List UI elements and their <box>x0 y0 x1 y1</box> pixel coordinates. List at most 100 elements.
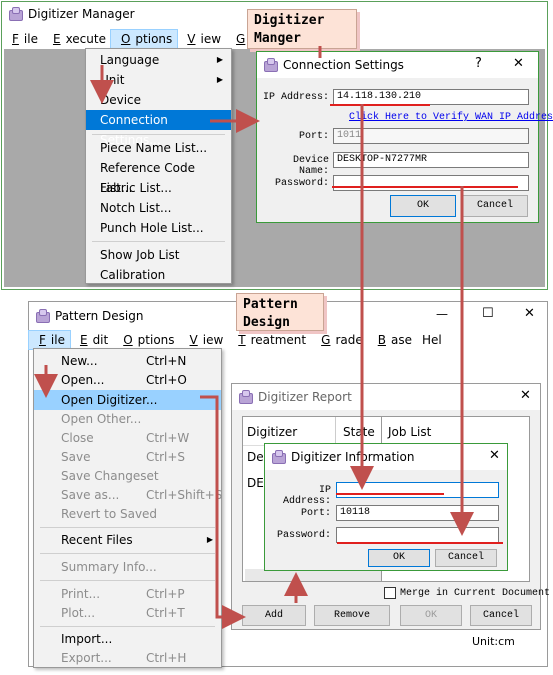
menu-item-connection-settings[interactable]: Connection Settings... <box>86 110 231 147</box>
menu-item-save-changeset[interactable]: Save Changeset <box>34 466 221 486</box>
cancel-button[interactable]: Cancel <box>470 605 532 626</box>
ip-underline <box>336 493 444 495</box>
menu-item-language[interactable]: Language ▶ <box>86 50 231 70</box>
menu-item-revert[interactable]: Revert to Saved <box>34 504 221 524</box>
password-underline <box>337 542 503 544</box>
password-input[interactable] <box>333 175 529 191</box>
menu-options[interactable]: Options <box>109 29 179 49</box>
close-icon[interactable]: ✕ <box>513 56 524 71</box>
menu-options[interactable]: Options <box>113 331 179 349</box>
ok-button[interactable]: OK <box>368 549 430 567</box>
menu-help[interactable]: Hel <box>417 331 447 349</box>
menu-separator <box>40 626 215 627</box>
menu-item-import[interactable]: Import... <box>34 629 221 649</box>
menu-item-print[interactable]: Print... Ctrl+P <box>34 584 221 604</box>
menu-item-save-as[interactable]: Save as... Ctrl+Shift+S <box>34 485 222 505</box>
ip-address-input[interactable] <box>336 482 499 498</box>
menu-item-open-digitizer[interactable]: Open Digitizer... <box>34 390 221 410</box>
ip-underline <box>330 104 430 106</box>
menu-item-calibration[interactable]: Calibration <box>86 265 231 285</box>
menu-file[interactable]: File <box>28 330 71 350</box>
minimize-icon[interactable]: — <box>436 307 448 321</box>
callout-line-2: Manger <box>254 31 301 46</box>
password-label: Password: <box>276 530 331 541</box>
app-icon <box>8 7 23 21</box>
menu-separator <box>40 553 215 554</box>
menu-execute[interactable]: Execute <box>43 30 111 48</box>
close-icon[interactable]: ✕ <box>524 306 535 321</box>
app-icon <box>263 58 278 72</box>
menu-view[interactable]: View <box>177 30 226 48</box>
password-input[interactable] <box>336 527 499 543</box>
close-icon[interactable]: ✕ <box>520 388 531 403</box>
menu-item-unit[interactable]: Unit ▶ <box>86 70 231 90</box>
dialog-title: Digitizer Information <box>291 450 415 464</box>
column-divider <box>335 417 336 445</box>
menu-item-new[interactable]: New... Ctrl+N <box>34 351 221 371</box>
menu-item-open-other[interactable]: Open Other... <box>34 409 221 429</box>
maximize-icon[interactable]: ☐ <box>482 306 494 321</box>
menu-separator <box>40 580 215 581</box>
menu-item-show-job-list[interactable]: Show Job List <box>86 245 231 265</box>
password-label: Password: <box>274 178 329 189</box>
menu-item-recent-files[interactable]: Recent Files ▶ <box>34 530 221 550</box>
ok-button[interactable]: OK <box>390 195 456 217</box>
add-button[interactable]: Add <box>242 605 306 626</box>
menu-item-plot[interactable]: Plot... Ctrl+T <box>34 603 221 623</box>
device-name-label: Device Name: <box>292 155 329 177</box>
cancel-button[interactable]: Cancel <box>462 195 528 217</box>
menu-item-reference-code-list[interactable]: Reference Code List... <box>86 158 231 195</box>
callout-line-1: Pattern <box>243 297 298 312</box>
menu-item-notch-list[interactable]: Notch List... <box>86 198 231 218</box>
app-icon <box>271 450 286 464</box>
close-icon[interactable]: ✕ <box>489 448 500 463</box>
status-unit: Unit:cm <box>472 635 515 648</box>
dialog-title-bar: Digitizer Information ✕ <box>265 444 507 470</box>
menu-item-export[interactable]: Export... Ctrl+H <box>34 648 221 668</box>
menu-item-open[interactable]: Open... Ctrl+O <box>34 370 221 390</box>
ok-button[interactable]: OK <box>400 605 462 626</box>
menu-view[interactable]: View <box>180 331 229 349</box>
verify-wan-ip-link[interactable]: Click Here to Verify WAN IP Address <box>349 112 553 123</box>
menu-item-punch-hole-list[interactable]: Punch Hole List... <box>86 218 231 238</box>
ip-address-input[interactable]: 14.118.130.210 <box>333 89 529 105</box>
menu-item-device-configurations[interactable]: Device Configurations... <box>86 90 231 127</box>
menu-bar: File Edit Options View Treatment Grade B… <box>28 330 442 350</box>
menu-base[interactable]: Base <box>368 331 417 349</box>
window-title: Digitizer Manager <box>28 7 135 21</box>
device-name-input[interactable]: DESKTOP-N7277MR <box>333 152 529 168</box>
menu-item-summary-info[interactable]: Summary Info... <box>34 557 221 577</box>
column-header-digitizer[interactable]: Digitizer <box>247 425 297 439</box>
menu-item-save[interactable]: Save Ctrl+S <box>34 447 221 467</box>
app-icon <box>35 309 50 323</box>
menu-item-piece-name-list[interactable]: Piece Name List... <box>86 138 231 158</box>
port-label: Port: <box>298 131 329 142</box>
menu-file[interactable]: File <box>2 30 43 48</box>
merge-checkbox[interactable] <box>384 587 396 599</box>
port-label: Port: <box>300 508 331 519</box>
menu-separator <box>92 134 225 135</box>
menu-treatment[interactable]: Treatment <box>228 331 311 349</box>
merge-checkbox-label: Merge in Current Document <box>400 588 551 599</box>
dialog-title-bar: Connection Settings ? ✕ <box>257 52 538 78</box>
port-input[interactable]: 1011 <box>333 128 529 144</box>
menu-separator <box>40 527 215 528</box>
menu-separator <box>92 241 225 242</box>
menu-item-close[interactable]: Close Ctrl+W <box>34 428 221 448</box>
menu-item-fabric-list[interactable]: Fabric List... <box>86 178 231 198</box>
menu-grade[interactable]: Grade <box>311 331 368 349</box>
help-icon[interactable]: ? <box>475 56 482 71</box>
digitizer-information-dialog: Digitizer Information ✕ IP Address: Port… <box>264 443 508 571</box>
window-title: Pattern Design <box>55 309 144 323</box>
callout-line-2: Design <box>243 315 290 330</box>
callout-digitizer-manager: Digitizer Manger <box>247 9 357 49</box>
cancel-button[interactable]: Cancel <box>435 549 497 567</box>
options-menu: Language▶ Unit▶ Device Configurations...… <box>85 48 232 284</box>
callout-line-1: Digitizer <box>254 13 325 28</box>
ip-address-label: IP Address: <box>262 92 329 103</box>
ip-address-label: IP Address: <box>282 485 331 507</box>
port-input[interactable]: 10118 <box>336 505 499 521</box>
remove-button[interactable]: Remove <box>314 605 390 626</box>
menu-edit[interactable]: Edit <box>70 331 113 349</box>
column-header-state[interactable]: State <box>343 425 375 439</box>
